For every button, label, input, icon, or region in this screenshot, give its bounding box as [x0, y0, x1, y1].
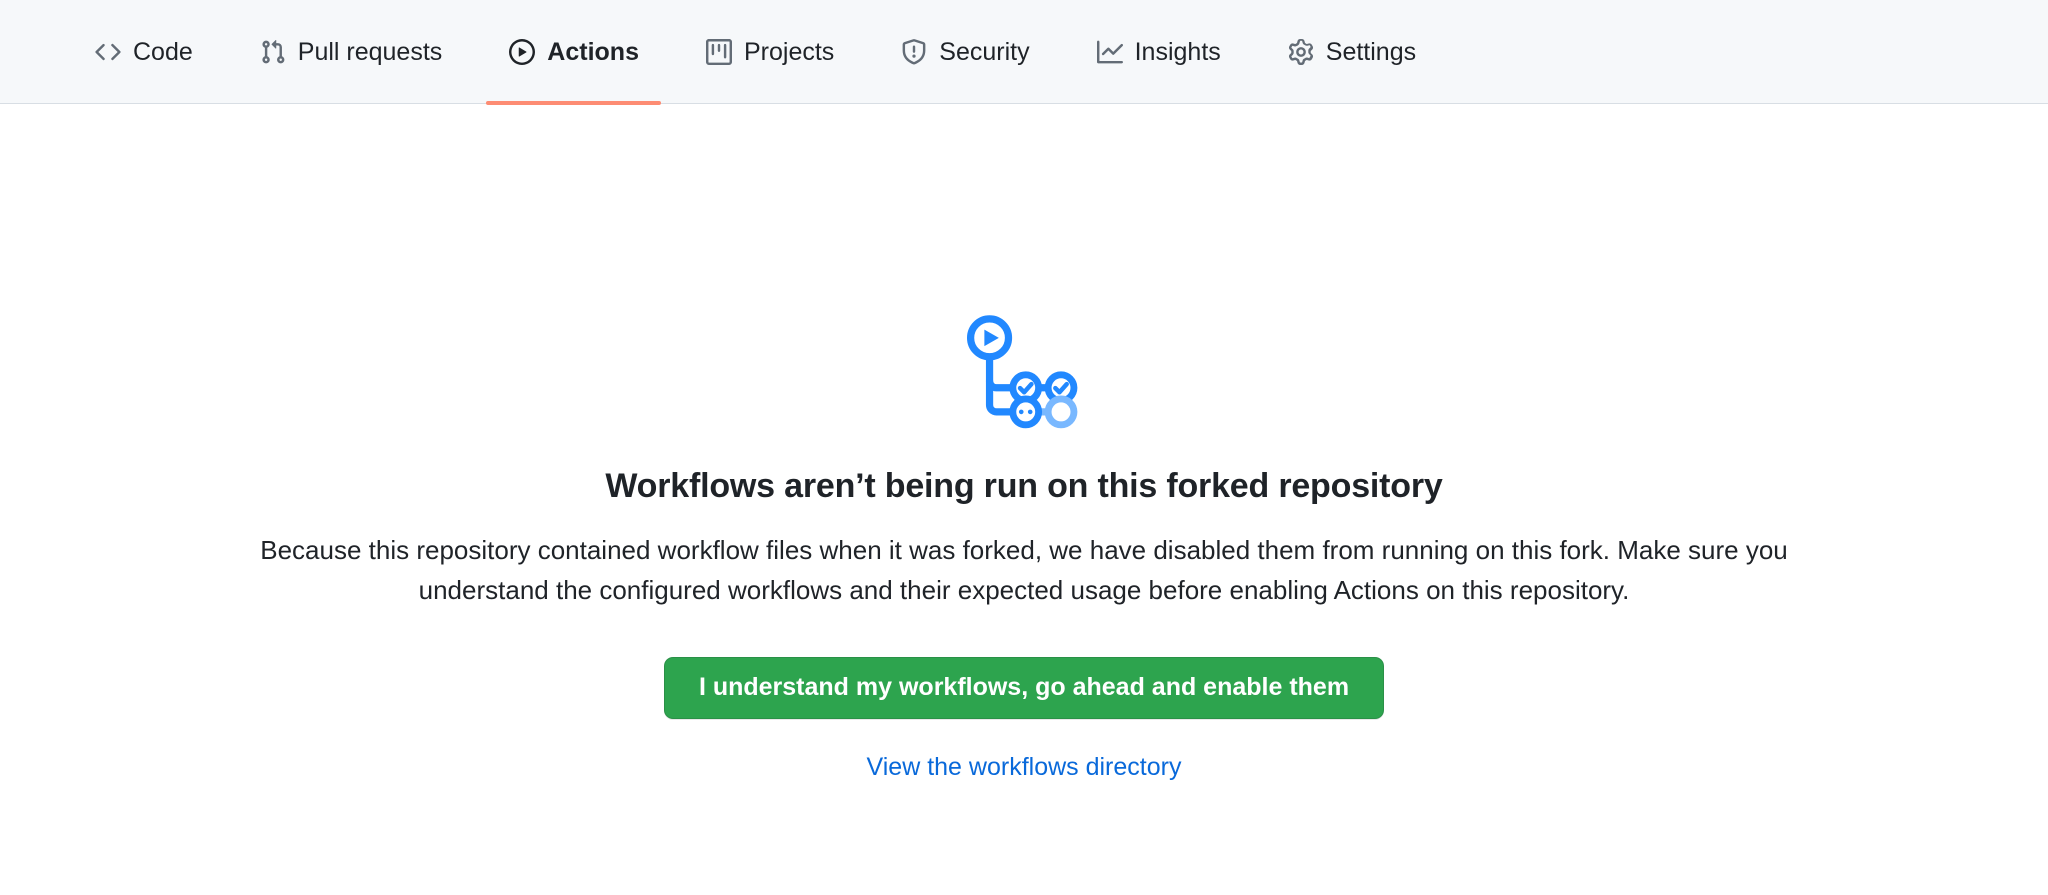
nav-tab-label: Settings: [1326, 40, 1416, 65]
nav-tab-label: Insights: [1135, 40, 1221, 65]
nav-tab-label: Security: [939, 40, 1029, 65]
nav-tab-label: Pull requests: [298, 40, 443, 65]
nav-tab-label: Projects: [744, 40, 834, 65]
git-pull-request-icon: [259, 38, 287, 66]
nav-tab-pull-requests[interactable]: Pull requests: [237, 0, 465, 104]
nav-tab-underline: [1074, 101, 1243, 105]
code-icon: [94, 38, 122, 66]
nav-tab-settings[interactable]: Settings: [1265, 0, 1438, 104]
project-board-icon: [705, 38, 733, 66]
nav-tab-label: Actions: [547, 40, 639, 65]
actions-blankslate: Workflows aren’t being run on this forke…: [0, 104, 2048, 782]
actions-workflow-illustration: [962, 312, 1086, 436]
nav-tab-underline: [237, 101, 465, 105]
nav-tab-actions[interactable]: Actions: [486, 0, 661, 104]
repository-nav: Code Pull requests Actions: [0, 0, 2048, 104]
enable-workflows-button[interactable]: I understand my workflows, go ahead and …: [664, 657, 1384, 719]
gear-icon: [1287, 38, 1315, 66]
nav-tab-code[interactable]: Code: [72, 0, 215, 104]
nav-tab-underline: [878, 101, 1051, 105]
play-circle-icon: [508, 38, 536, 66]
nav-tab-label: Code: [133, 40, 193, 65]
view-workflows-directory-link[interactable]: View the workflows directory: [867, 753, 1182, 782]
nav-tab-projects[interactable]: Projects: [683, 0, 856, 104]
nav-tab-underline: [1265, 101, 1438, 105]
nav-tab-underline: [72, 101, 215, 105]
page-title: Workflows aren’t being run on this forke…: [605, 464, 1442, 508]
graph-line-icon: [1096, 38, 1124, 66]
shield-alert-icon: [900, 38, 928, 66]
blankslate-description: Because this repository contained workfl…: [224, 530, 1824, 611]
nav-tab-underline: [486, 101, 661, 105]
nav-tab-security[interactable]: Security: [878, 0, 1051, 104]
repository-nav-list: Code Pull requests Actions: [72, 0, 1438, 104]
nav-tab-insights[interactable]: Insights: [1074, 0, 1243, 104]
nav-tab-underline: [683, 101, 856, 105]
